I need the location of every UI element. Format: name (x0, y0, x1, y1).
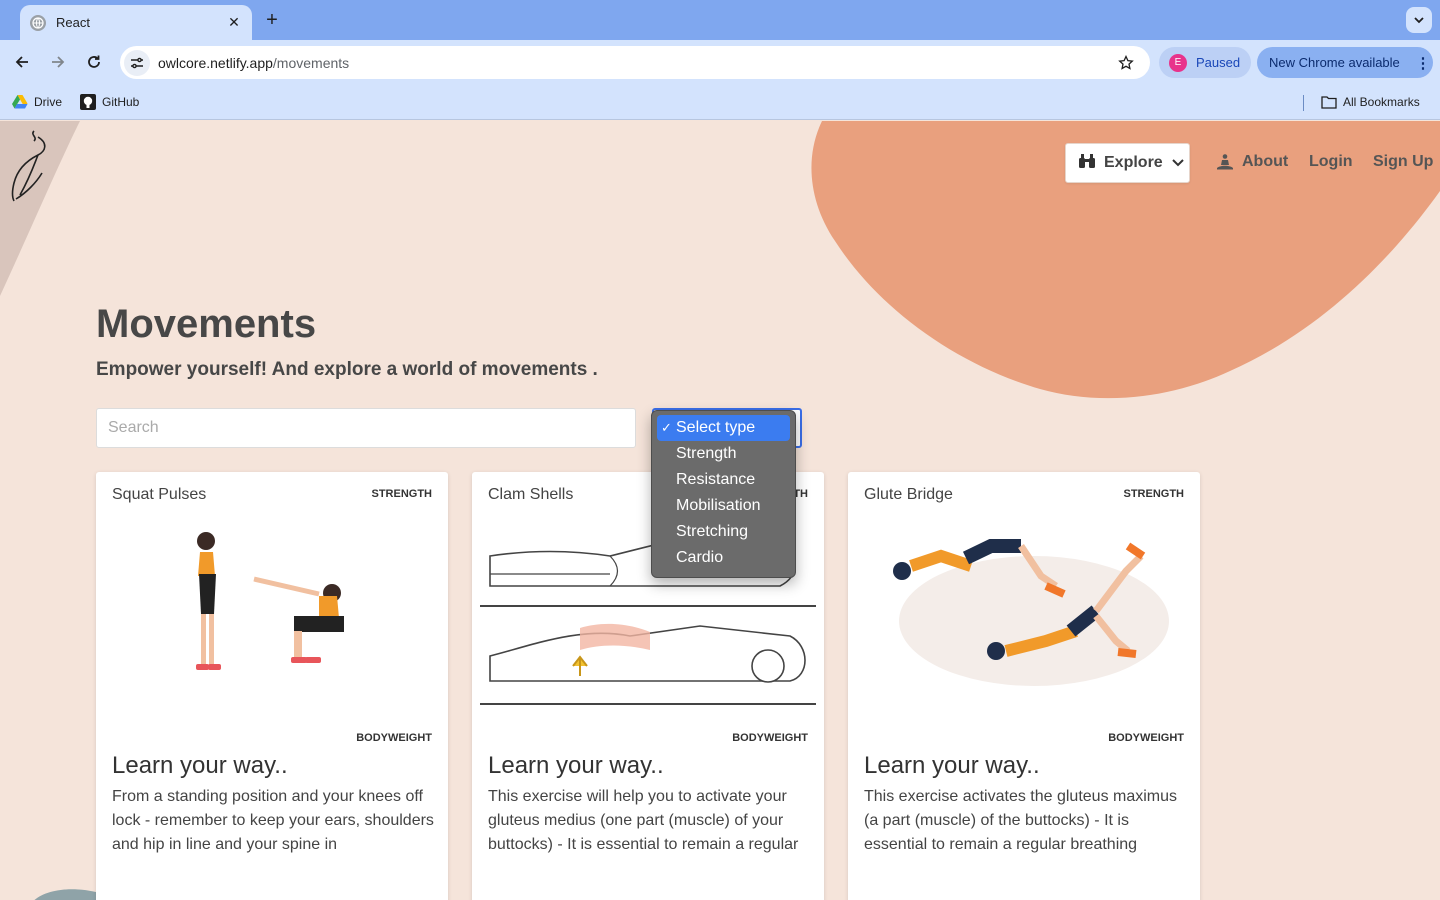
site-settings-icon[interactable] (124, 49, 150, 76)
folder-icon (1321, 94, 1337, 110)
all-bookmarks[interactable]: All Bookmarks (1321, 94, 1420, 110)
type-option-select-type[interactable]: ✓ Select type (657, 415, 790, 441)
url-text: owlcore.netlify.app/movements (158, 55, 1114, 71)
movement-card[interactable]: Squat Pulses STRENGTH BODYWEIGHT Learn y… (96, 472, 448, 900)
explore-label: Explore (1104, 154, 1163, 171)
card-title: Squat Pulses (112, 486, 207, 503)
about-label: About (1242, 153, 1289, 170)
glute-bridge-illustration (893, 539, 1169, 686)
page-subtitle: Empower yourself! And explore a world of… (96, 359, 598, 380)
bookmarks-bar: Drive GitHub All Bookmarks (0, 84, 1440, 120)
binoculars-icon (1078, 153, 1096, 174)
type-option-strength[interactable]: Strength (657, 441, 790, 467)
type-option-resistance[interactable]: Resistance (657, 467, 790, 493)
tab-search-chevron-icon[interactable] (1406, 7, 1432, 33)
card-description: This exercise activates the gluteus maxi… (864, 788, 1178, 853)
card-title: Glute Bridge (864, 486, 953, 503)
card-heading: Learn your way.. (864, 752, 1040, 779)
page-title: Movements (96, 302, 317, 346)
squat-illustration (196, 532, 344, 670)
card-equipment-badge: BODYWEIGHT (1108, 732, 1184, 744)
close-tab-icon[interactable]: ✕ (226, 14, 242, 31)
card-heading: Learn your way.. (112, 752, 288, 779)
decorative-blob-bottom (34, 889, 100, 900)
type-option-stretching[interactable]: Stretching (657, 519, 790, 545)
all-bookmarks-label: All Bookmarks (1343, 95, 1420, 109)
chevron-down-icon (1171, 158, 1185, 168)
page: Explore About Login Sign Up Movements Em… (0, 121, 1440, 900)
reload-icon[interactable] (82, 50, 106, 74)
bookmarks-divider (1303, 95, 1304, 111)
bookmark-drive[interactable]: Drive (12, 94, 62, 110)
nav-signup-link[interactable]: Sign Up (1373, 153, 1433, 171)
address-bar[interactable]: owlcore.netlify.app/movements (120, 46, 1150, 79)
back-arrow-icon[interactable] (10, 50, 34, 74)
chrome-update-button[interactable]: New Chrome available ⋮ (1257, 47, 1433, 78)
url-path: /movements (272, 54, 350, 71)
search-input[interactable] (96, 408, 636, 448)
card-type-badge: STRENGTH (371, 488, 433, 500)
drive-icon (12, 94, 28, 110)
bookmark-label: Drive (34, 95, 63, 109)
browser-tab-strip: React ✕ + (0, 0, 1440, 40)
type-option-mobilisation[interactable]: Mobilisation (657, 493, 790, 519)
bookmark-label: GitHub (102, 95, 140, 109)
forward-arrow-icon[interactable] (46, 50, 70, 74)
explore-dropdown-button[interactable]: Explore (1065, 143, 1190, 183)
card-description: This exercise will help you to activate … (488, 788, 799, 853)
browser-tab[interactable]: React ✕ (20, 5, 252, 40)
kebab-menu-icon[interactable]: ⋮ (1413, 54, 1433, 72)
nav-about-link[interactable]: About (1216, 153, 1288, 171)
browser-toolbar: owlcore.netlify.app/movements E Paused N… (0, 40, 1440, 84)
tab-title: React (56, 15, 90, 30)
new-tab-icon[interactable]: + (262, 8, 282, 32)
bookmark-star-icon[interactable] (1114, 51, 1138, 75)
checkmark-icon: ✓ (661, 420, 672, 435)
nav-login-link[interactable]: Login (1309, 153, 1353, 171)
card-description: From a standing position and your knees … (112, 788, 434, 853)
meditation-icon (1216, 153, 1234, 171)
card-equipment-badge: BODYWEIGHT (732, 732, 808, 744)
profile-avatar: E (1169, 53, 1187, 72)
card-title: Clam Shells (488, 486, 574, 503)
type-option-cardio[interactable]: Cardio (657, 545, 790, 571)
card-equipment-badge: BODYWEIGHT (356, 732, 432, 744)
option-label: Select type (676, 419, 756, 436)
card-heading: Learn your way.. (488, 752, 664, 779)
profile-button[interactable]: E Paused (1159, 47, 1251, 78)
update-label: New Chrome available (1269, 55, 1400, 70)
url-host: owlcore.netlify.app (158, 54, 273, 71)
github-icon (80, 94, 96, 110)
bookmark-github[interactable]: GitHub (80, 94, 139, 110)
type-select-options: ✓ Select type Strength Resistance Mobilis… (651, 410, 796, 578)
globe-icon (30, 14, 46, 31)
card-type-badge: STRENGTH (1123, 488, 1185, 500)
profile-status: Paused (1196, 55, 1241, 70)
movement-card[interactable]: Glute Bridge STRENGTH BODYWEIGHT Learn y… (848, 472, 1200, 900)
owl-logo[interactable] (8, 127, 56, 205)
